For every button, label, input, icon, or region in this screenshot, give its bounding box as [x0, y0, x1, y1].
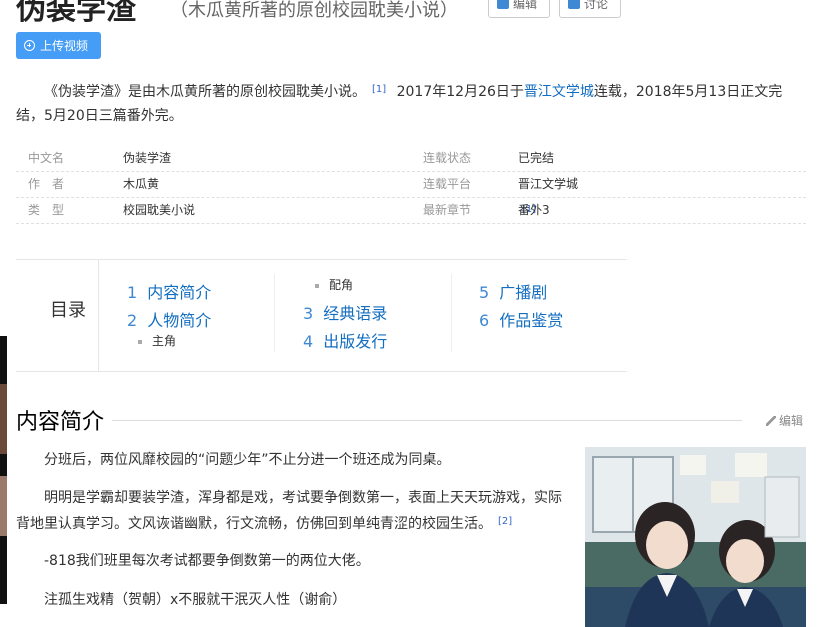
toc-number: 6	[479, 311, 490, 330]
toc-subitem[interactable]: 主角	[138, 332, 176, 349]
summary-text: 明明是学霸却要装学渣，浑身都是戏，考试要争倒数第一，表面上天天玩游戏，实际背地里…	[16, 490, 562, 532]
toc-divider	[274, 274, 275, 352]
info-value: 已完结	[518, 151, 555, 165]
info-key: 最新章节	[423, 203, 472, 217]
latest-chapter: 番外3	[518, 203, 550, 217]
info-row: 中文名 伪装学渣 连载状态 已完结	[16, 145, 806, 172]
pencil-icon	[766, 416, 776, 426]
toc-label: 经典语录	[323, 304, 388, 323]
toc-item[interactable]: 5 广播剧	[479, 279, 547, 303]
section-edit-button[interactable]: 编辑	[766, 412, 803, 429]
toc-label: 内容简介	[147, 283, 212, 302]
pencil-icon	[497, 0, 509, 9]
toc-label: 作品鉴赏	[499, 311, 564, 330]
edit-button-label: 编辑	[513, 0, 538, 11]
toc-label: 广播剧	[499, 283, 548, 302]
intro-paragraph: 《伪装学渣》是由木瓜黄所著的原创校园耽美小说。 [1] 2017年12月26日于晋…	[16, 78, 806, 128]
toc-number: 4	[303, 332, 314, 351]
toc-item[interactable]: 4 出版发行	[303, 328, 387, 352]
toc-item[interactable]: 6 作品鉴赏	[479, 307, 563, 331]
toc-item[interactable]: 3 经典语录	[303, 300, 387, 324]
section-divider	[112, 420, 742, 421]
toc-title: 目录	[50, 300, 86, 321]
cover-illustration[interactable]	[585, 447, 806, 627]
discuss-button-label: 讨论	[584, 0, 609, 11]
info-key: 作 者	[28, 177, 65, 191]
info-value: 番外3 [1]	[518, 197, 550, 225]
edit-button[interactable]: 编辑	[488, 0, 550, 18]
info-row: 作 者 木瓜黄 连载平台 晋江文学城	[16, 171, 806, 198]
info-value: 校园耽美小说	[123, 203, 196, 217]
edge-photo	[0, 476, 7, 536]
upload-video-button[interactable]: 上传视频	[16, 32, 101, 59]
toc-label: 人物简介	[147, 311, 212, 330]
toc-number: 3	[303, 304, 314, 323]
intro-text: 2017年12月26日于	[392, 84, 524, 100]
info-key: 中文名	[28, 151, 65, 165]
plus-circle-icon	[24, 40, 35, 51]
page-subtitle: （木瓜黄所著的原创校园耽美小说）	[170, 0, 458, 21]
jjwxc-link[interactable]: 晋江文学城	[524, 84, 594, 100]
section-edit-label: 编辑	[779, 414, 804, 428]
toc-item[interactable]: 1 内容简介	[127, 279, 211, 303]
intro-text: 《伪装学渣》是由木瓜黄所著的原创校园耽美小说。	[44, 84, 366, 100]
toc-label: 出版发行	[323, 332, 388, 351]
upload-video-label: 上传视频	[40, 39, 89, 53]
summary-paragraph: 注孤生戏精（贺朝）x不服就干泯灭人性（谢俞）	[44, 592, 347, 608]
info-key: 连载平台	[423, 177, 472, 191]
summary-paragraph: 分班后，两位风靡校园的“问题少年”不止分进一个班还成为同桌。	[44, 452, 451, 468]
toc-number: 1	[127, 283, 138, 302]
info-key: 连载状态	[423, 151, 472, 165]
info-value: 伪装学渣	[123, 151, 172, 165]
info-key: 类 型	[28, 203, 65, 217]
page-title: 伪装学渣	[16, 0, 136, 27]
toc-side: 目录	[16, 260, 99, 371]
section-title: 内容简介	[16, 410, 105, 435]
toc-number: 2	[127, 311, 138, 330]
discuss-button[interactable]: 讨论	[559, 0, 621, 18]
toc-divider	[451, 274, 452, 352]
info-value: 晋江文学城	[518, 177, 579, 191]
cover-illustration-art	[585, 447, 806, 627]
summary-paragraph: -818我们班里每次考试都要争倒数第一的两位大佬。	[44, 553, 370, 569]
toc-item[interactable]: 2 人物简介	[127, 307, 211, 331]
chat-icon	[568, 0, 580, 9]
citation-link[interactable]: [1]	[372, 84, 386, 95]
toc-number: 5	[479, 283, 490, 302]
toc-subitem[interactable]: 配角	[315, 276, 353, 293]
citation-link[interactable]: [2]	[498, 516, 512, 527]
left-edge-strip	[0, 336, 7, 604]
summary-paragraph: 明明是学霸却要装学渣，浑身都是戏，考试要争倒数第一，表面上天天玩游戏，实际背地里…	[16, 486, 566, 536]
info-value: 木瓜黄	[123, 177, 160, 191]
table-of-contents: 目录 1 内容简介 2 人物简介 主角 配角 3 经典语录 4 出版发行 5 广播剧 6作…	[16, 259, 627, 372]
edge-photo	[0, 384, 7, 454]
info-row: 类 型 校园耽美小说 最新章节 番外3 [1]	[16, 197, 806, 224]
